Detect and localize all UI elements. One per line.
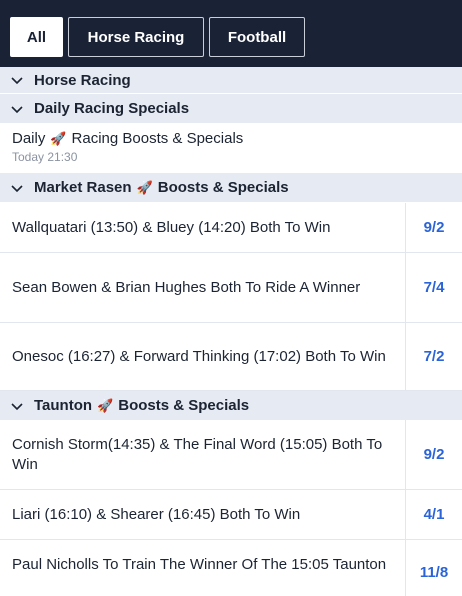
selection-row: Paul Nicholls To Train The Winner Of The…: [0, 540, 462, 596]
selection-row: Cornish Storm(14:35) & The Final Word (1…: [0, 420, 462, 490]
selection-row: Liari (16:10) & Shearer (16:45) Both To …: [0, 490, 462, 540]
tab-horse-racing[interactable]: Horse Racing: [68, 17, 204, 57]
event-time: Today 21:30: [12, 150, 78, 164]
top-bar: All Horse Racing Football: [0, 0, 462, 67]
odds-button[interactable]: 9/2: [405, 203, 462, 252]
daily-suffix: Racing Boosts & Specials: [71, 130, 244, 147]
tab-all[interactable]: All: [10, 17, 63, 57]
selection-row: Onesoc (16:27) & Forward Thinking (17:02…: [0, 323, 462, 391]
selection-name: Cornish Storm(14:35) & The Final Word (1…: [12, 435, 383, 473]
chevron-down-icon: [11, 184, 23, 192]
section-title-prefix: Market Rasen: [34, 179, 132, 196]
daily-specials-item[interactable]: Daily 🚀 Racing Boosts & Specials Today 2…: [0, 124, 462, 172]
selection-name: Onesoc (16:27) & Forward Thinking (17:02…: [12, 347, 386, 365]
section-header-market-rasen[interactable]: Market Rasen 🚀 Boosts & Specials: [0, 173, 462, 202]
rocket-icon: 🚀: [50, 130, 67, 146]
section-header-daily-racing-specials[interactable]: Daily Racing Specials: [0, 94, 462, 123]
selection-name: Liari (16:10) & Shearer (16:45) Both To …: [12, 505, 301, 523]
rocket-icon: 🚀: [97, 397, 114, 413]
section-title: Daily Racing Specials: [34, 100, 190, 117]
selection-row: Wallquatari (13:50) & Bluey (14:20) Both…: [0, 203, 462, 253]
section-title-suffix: Boosts & Specials: [157, 179, 289, 196]
daily-specials-title: Daily 🚀 Racing Boosts & Specials: [12, 130, 462, 147]
odds-button[interactable]: 7/4: [405, 253, 462, 322]
section-header-taunton[interactable]: Taunton 🚀 Boosts & Specials: [0, 391, 462, 420]
selection-name: Paul Nicholls To Train The Winner Of The…: [12, 556, 387, 573]
chevron-down-icon: [11, 77, 23, 85]
chevron-down-icon: [11, 105, 23, 113]
selection-name: Wallquatari (13:50) & Bluey (14:20) Both…: [12, 218, 331, 236]
tab-football[interactable]: Football: [209, 17, 305, 57]
odds-button[interactable]: 4/1: [405, 490, 462, 539]
section-header-horse-racing[interactable]: Horse Racing: [0, 67, 462, 93]
chevron-down-icon: [11, 402, 23, 410]
daily-prefix: Daily: [12, 130, 46, 147]
selection-name: Sean Bowen & Brian Hughes Both To Ride A…: [12, 278, 361, 296]
selection-row: Sean Bowen & Brian Hughes Both To Ride A…: [0, 253, 462, 323]
filter-tabs: All Horse Racing Football: [10, 17, 305, 57]
section-title-prefix: Taunton: [34, 397, 93, 414]
rocket-icon: 🚀: [136, 179, 153, 195]
section-title-suffix: Boosts & Specials: [118, 397, 250, 414]
section-title: Horse Racing: [34, 71, 131, 89]
odds-button[interactable]: 7/2: [405, 323, 462, 390]
odds-button[interactable]: 9/2: [405, 420, 462, 489]
odds-button[interactable]: 11/8: [405, 540, 462, 596]
